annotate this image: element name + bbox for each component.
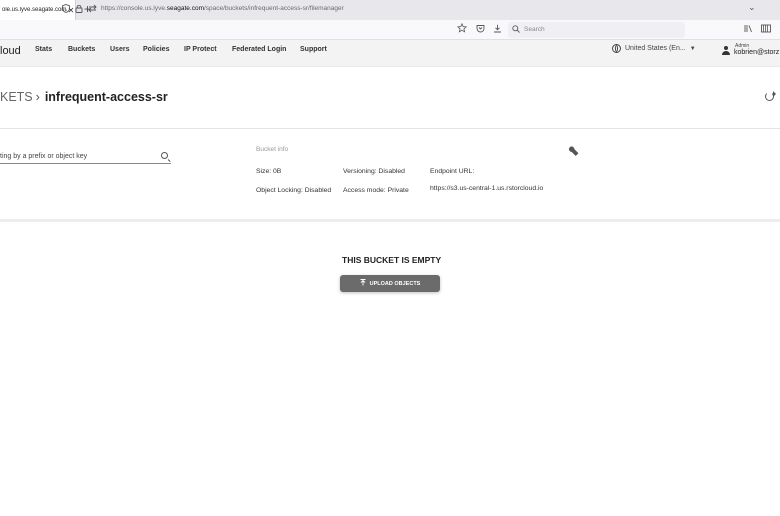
nav-policies[interactable]: Policies — [143, 46, 169, 53]
lock-icon[interactable] — [75, 4, 83, 16]
search-icon[interactable] — [161, 152, 168, 159]
caret-down-icon: ▼ — [689, 45, 696, 52]
bucket-size: Size: 0B — [256, 168, 282, 175]
wrench-icon[interactable] — [566, 143, 584, 161]
refresh-icon[interactable] — [765, 91, 776, 101]
page-title: infrequent-access-sr — [44, 90, 168, 104]
upload-objects-label: UPLOAD OBJECTS — [369, 280, 421, 287]
user-icon[interactable] — [722, 46, 730, 55]
nav-ip-protect[interactable]: IP Protect — [184, 46, 217, 53]
pocket-icon[interactable] — [476, 24, 485, 36]
upload-objects-button[interactable]: UPLOAD OBJECTS — [340, 275, 440, 292]
url-path: /space/buckets/infrequent-access-sr/file… — [203, 5, 344, 12]
url-domain: seagate.com — [166, 5, 204, 12]
library-icon[interactable] — [744, 24, 753, 36]
user-name[interactable]: kobrien@storz — [734, 49, 779, 56]
url-prefix: https://console.us.lyve. — [101, 5, 167, 12]
nav-buckets[interactable]: Buckets — [68, 46, 95, 53]
nav-users[interactable]: Users — [110, 46, 129, 53]
filter-input[interactable]: ting by a prefix or object key — [0, 153, 87, 160]
download-icon[interactable] — [493, 24, 502, 36]
globe-icon — [612, 44, 621, 53]
bucket-versioning: Versioning: Disabled — [343, 168, 405, 175]
breadcrumb: KETS › infrequent-access-sr — [0, 90, 168, 104]
upload-icon — [360, 279, 366, 288]
bucket-access-mode: Access mode: Private — [343, 187, 409, 194]
nav-stats[interactable]: Stats — [35, 46, 52, 53]
permissions-icon[interactable] — [88, 4, 97, 16]
extensions-icon[interactable] — [761, 24, 771, 36]
bucket-object-locking: Object Locking: Disabled — [256, 187, 332, 194]
nav-federated-login[interactable]: Federated Login — [232, 46, 286, 53]
search-icon — [512, 25, 520, 35]
search-placeholder: Search — [524, 26, 545, 33]
region-selector[interactable]: United States (En... ▼ — [612, 44, 696, 53]
shield-icon[interactable] — [62, 4, 70, 16]
bucket-info-title: Bucket info — [256, 146, 289, 153]
breadcrumb-separator: › — [35, 90, 40, 104]
brand-logo[interactable]: loud — [0, 45, 21, 57]
nav-support[interactable]: Support — [300, 46, 327, 53]
address-bar[interactable]: https://console.us.lyve.seagate.com/spac… — [101, 5, 344, 12]
breadcrumb-buckets-link[interactable]: KETS — [0, 90, 33, 104]
chevron-down-icon[interactable]: ⌄ — [748, 2, 756, 13]
tab-title: ole.us.lyve.seagate.com/sp — [2, 7, 67, 13]
region-label: United States (En... — [625, 45, 686, 52]
divider — [0, 128, 780, 129]
empty-state-title: THIS BUCKET IS EMPTY — [342, 255, 442, 265]
section-divider — [0, 219, 780, 222]
endpoint-label: Endpoint URL: — [430, 168, 475, 175]
endpoint-url: https://s3.us-central-1.us.rstorcloud.io — [430, 185, 544, 192]
star-icon[interactable] — [456, 22, 468, 36]
filter-underline — [0, 163, 171, 164]
